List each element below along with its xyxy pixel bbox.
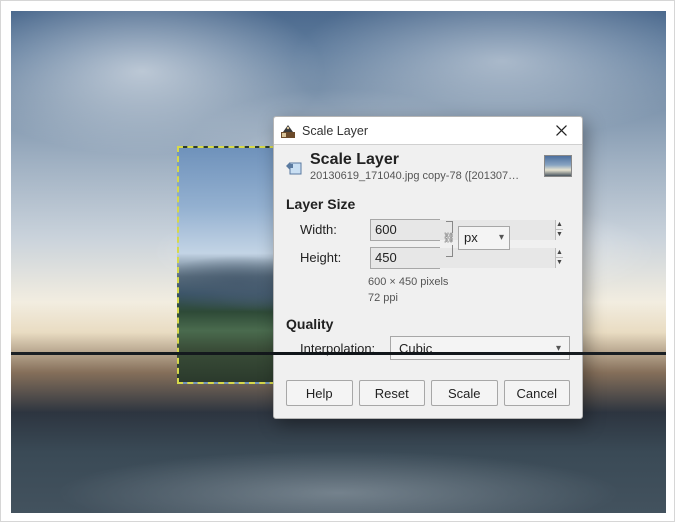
width-input[interactable]: ▲ ▼ xyxy=(370,219,440,241)
scale-button[interactable]: Scale xyxy=(431,380,498,406)
chevron-down-icon: ▾ xyxy=(499,232,504,243)
chevron-down-icon: ▾ xyxy=(556,343,561,354)
height-input[interactable]: ▲ ▼ xyxy=(370,247,440,269)
layer-thumbnail[interactable] xyxy=(544,155,572,177)
interpolation-select[interactable]: Cubic ▾ xyxy=(390,336,570,360)
dialog-subtitle: 20130619_171040.jpg copy-78 ([20130701_… xyxy=(310,170,520,182)
dialog-title: Scale Layer xyxy=(310,151,520,169)
dialog-header: Scale Layer 20130619_171040.jpg copy-78 … xyxy=(274,145,582,186)
unit-select[interactable]: px ▾ xyxy=(458,226,510,250)
reset-button[interactable]: Reset xyxy=(359,380,426,406)
chain-icon: ⛓ xyxy=(444,233,454,245)
width-row: Width: ▲ ▼ xyxy=(300,219,440,241)
ppi-summary: 72 ppi xyxy=(368,291,570,306)
app-icon xyxy=(280,123,296,139)
dialog-body: Layer Size Width: ▲ ▼ xyxy=(274,186,582,371)
dialog-header-text: Scale Layer 20130619_171040.jpg copy-78 … xyxy=(310,151,520,182)
image-canvas[interactable]: Scale Layer Scale Layer 20130619_1710 xyxy=(11,11,666,513)
height-step-down[interactable]: ▼ xyxy=(555,258,563,268)
dialog-footer: Help Reset Scale Cancel xyxy=(274,370,582,418)
height-step-up[interactable]: ▲ xyxy=(555,248,563,259)
quality-heading: Quality xyxy=(286,316,570,332)
scale-layer-icon xyxy=(284,157,302,175)
titlebar[interactable]: Scale Layer xyxy=(274,117,582,145)
unit-value: px xyxy=(464,230,478,245)
interpolation-label: Interpolation: xyxy=(300,341,384,356)
scale-layer-dialog: Scale Layer Scale Layer 20130619_1710 xyxy=(273,116,583,419)
width-step-up[interactable]: ▲ xyxy=(555,220,563,231)
cancel-button[interactable]: Cancel xyxy=(504,380,571,406)
window-title: Scale Layer xyxy=(302,124,544,138)
width-label: Width: xyxy=(300,222,364,237)
close-icon xyxy=(556,125,567,136)
height-label: Height: xyxy=(300,250,364,265)
height-field[interactable] xyxy=(371,248,555,268)
help-button[interactable]: Help xyxy=(286,380,353,406)
height-row: Height: ▲ ▼ xyxy=(300,247,440,269)
interpolation-value: Cubic xyxy=(399,341,432,356)
layer-size-row: Width: ▲ ▼ Height: xyxy=(286,216,570,272)
close-button[interactable] xyxy=(544,120,578,142)
width-step-down[interactable]: ▼ xyxy=(555,230,563,240)
app-frame: Scale Layer Scale Layer 20130619_1710 xyxy=(0,0,675,522)
aspect-chain-toggle[interactable]: ⛓ xyxy=(442,216,456,262)
interpolation-row: Interpolation: Cubic ▾ xyxy=(300,336,570,360)
pixel-summary: 600 × 450 pixels xyxy=(368,275,570,290)
layer-size-heading: Layer Size xyxy=(286,196,570,212)
